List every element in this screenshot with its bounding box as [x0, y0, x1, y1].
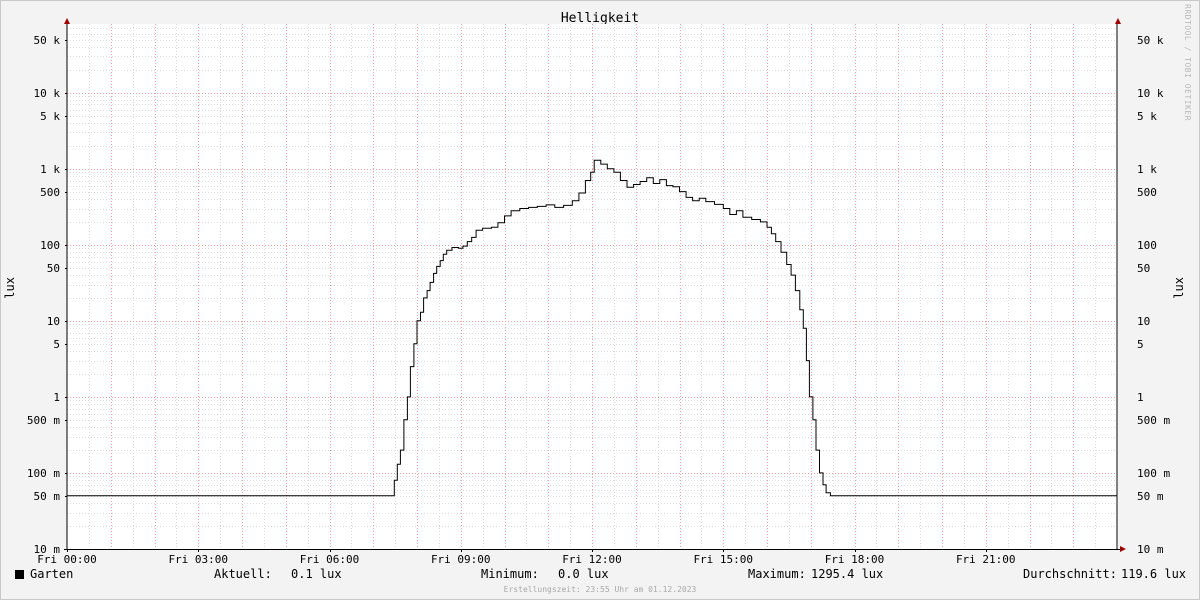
- x-tick-label: Fri 21:00: [956, 553, 1016, 566]
- y-tick-label-right: 10: [1137, 315, 1150, 328]
- y-tick-label-left: 100 m: [27, 467, 60, 480]
- y-tick-label-right: 50: [1137, 262, 1150, 275]
- x-tick-label: Fri 12:00: [562, 553, 622, 566]
- creation-timestamp: Erstellungszeit: 23:55 Uhr am 01.12.2023: [503, 585, 697, 594]
- legend-series-label: Garten: [30, 567, 74, 581]
- y-tick-label-right: 500 m: [1137, 414, 1170, 427]
- chart-canvas: 50 k 50 k 10 k 10 k 5 k 5 k 1 k 1 k 500 500 100 100…: [27, 18, 1170, 566]
- y-tick-label-right: 10 k: [1137, 87, 1164, 100]
- y-tick-label-left: 50 m: [34, 490, 61, 503]
- y-tick-label-right: 5: [1137, 338, 1144, 351]
- x-tick-label: Fri 00:00: [37, 553, 97, 566]
- x-tick-label: Fri 09:00: [431, 553, 491, 566]
- legend-min-value: 0.0 lux: [558, 567, 609, 581]
- y-tick-label-left: 10 k: [34, 87, 61, 100]
- y-tick-label-left: 5: [53, 338, 60, 351]
- y-tick-label-left: 10: [47, 315, 60, 328]
- legend-avg-label: Durchschnitt:: [1023, 567, 1117, 581]
- y-tick-label-left: 50 k: [34, 34, 61, 47]
- x-tick-label: Fri 18:00: [825, 553, 885, 566]
- x-tick-label: Fri 06:00: [300, 553, 360, 566]
- y-tick-label-right: 5 k: [1137, 110, 1157, 123]
- legend-swatch: [15, 570, 24, 579]
- y-tick-label-right: 100: [1137, 239, 1157, 252]
- y-axis-arrow-right: [1115, 18, 1121, 24]
- legend-min-label: Minimum:: [481, 567, 539, 581]
- legend-max-label: Maximum:: [748, 567, 806, 581]
- y-tick-label-left: 500: [40, 186, 60, 199]
- y-tick-label-left: 50: [47, 262, 60, 275]
- y-tick-label-left: 500 m: [27, 414, 60, 427]
- x-tick-label: Fri 15:00: [693, 553, 753, 566]
- x-axis-arrow: [1120, 546, 1126, 552]
- y-tick-label-right: 10 m: [1137, 543, 1164, 556]
- y-tick-label-left: 100: [40, 239, 60, 252]
- legend-current-label: Aktuell:: [214, 567, 272, 581]
- x-tick-label: Fri 03:00: [168, 553, 228, 566]
- y-tick-label-left: 5 k: [40, 110, 60, 123]
- y-tick-label-right: 100 m: [1137, 467, 1170, 480]
- y-tick-label-left: 1 k: [40, 163, 60, 176]
- legend-avg-value: 119.6 lux: [1121, 567, 1187, 581]
- y-tick-label-right: 500: [1137, 186, 1157, 199]
- legend-current-value: 0.1 lux: [291, 567, 342, 581]
- y-tick-label-left: 1: [53, 391, 60, 404]
- y-tick-label-right: 1: [1137, 391, 1144, 404]
- y-tick-label-right: 50 k: [1137, 34, 1164, 47]
- y-tick-label-right: 1 k: [1137, 163, 1157, 176]
- y-tick-label-right: 50 m: [1137, 490, 1164, 503]
- legend-max-value: 1295.4 lux: [811, 567, 884, 581]
- y-axis-arrow-left: [64, 18, 70, 24]
